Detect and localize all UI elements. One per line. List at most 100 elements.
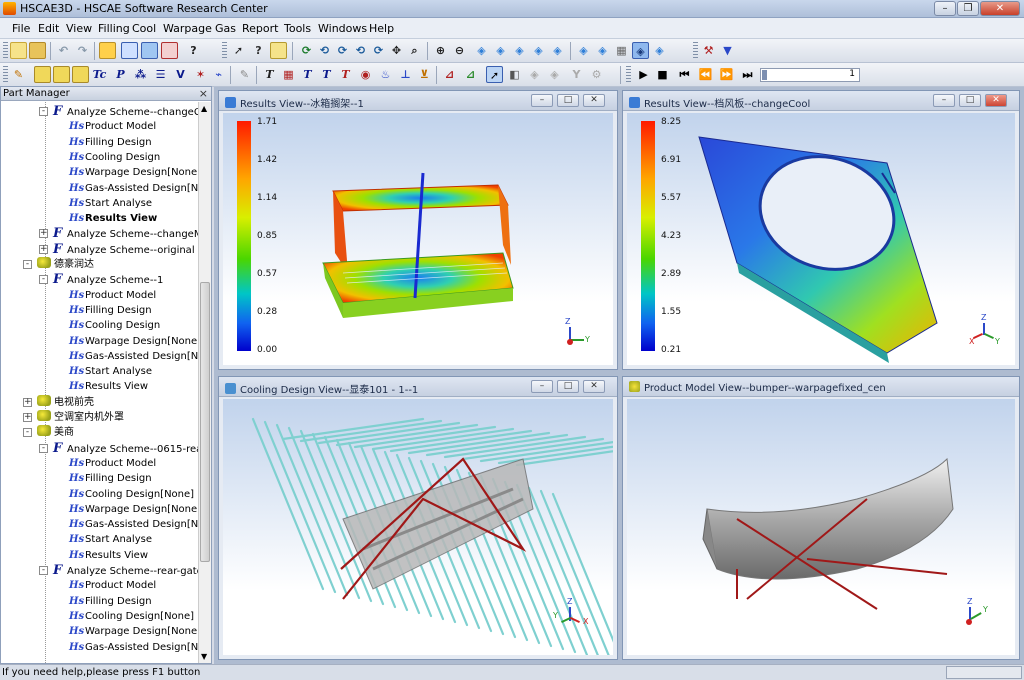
view-top-icon[interactable]: ◈	[549, 42, 566, 59]
toolbar-grip[interactable]	[626, 66, 631, 84]
redo-icon[interactable]: ↷	[74, 42, 91, 59]
slider-thumb[interactable]	[762, 70, 767, 80]
view-back-icon[interactable]: ◈	[492, 42, 509, 59]
collapse-icon[interactable]: -	[23, 428, 32, 438]
rotate-y-icon[interactable]: ⟳	[334, 42, 351, 59]
play-icon[interactable]: ▶	[635, 66, 652, 83]
pressure-icon[interactable]	[72, 66, 89, 83]
menu-tools[interactable]: Tools	[284, 22, 311, 35]
isometric-icon[interactable]: ◈	[594, 42, 611, 59]
collapse-icon[interactable]: -	[39, 443, 48, 453]
tc-result-icon[interactable]: T	[318, 66, 335, 83]
weld-line-icon[interactable]: ☰	[152, 66, 169, 83]
view-maximize-button[interactable]: □	[557, 380, 579, 393]
viewport-canvas[interactable]: 8.25 6.91 5.57 4.23 2.89 1.55 0.21 Z Y X	[627, 113, 1015, 365]
menu-report[interactable]: Report	[242, 22, 278, 35]
tree-item[interactable]: HsCooling Design[None]	[69, 609, 194, 624]
measure-icon[interactable]	[270, 42, 287, 59]
filling-time-icon[interactable]	[53, 66, 70, 83]
deflection-icon[interactable]: ⊿	[462, 66, 479, 83]
menu-view[interactable]: View	[66, 22, 92, 35]
warpage-display-icon[interactable]: ⊿	[441, 66, 458, 83]
last-frame-icon[interactable]: ⏭	[739, 66, 756, 83]
toolbar-grip[interactable]	[3, 42, 8, 60]
collapse-icon[interactable]: -	[23, 260, 32, 269]
collapse-icon[interactable]: -	[39, 275, 48, 285]
tree-item[interactable]: HsGas-Assisted Design[No	[69, 181, 199, 196]
view-window-icon[interactable]	[161, 42, 178, 59]
query-icon[interactable]: ?	[250, 42, 267, 59]
tree-item[interactable]: HsFilling Design	[69, 135, 152, 150]
new-file-icon[interactable]	[10, 42, 27, 59]
collapse-icon[interactable]: -	[39, 566, 48, 575]
ts-result-icon[interactable]: T	[299, 66, 316, 83]
probe-icon[interactable]: ◧	[506, 66, 523, 83]
frame-slider[interactable]: 1	[760, 68, 860, 82]
restore-button[interactable]: ❐	[957, 1, 979, 16]
tree-part[interactable]: 电视前壳	[37, 394, 94, 410]
temperature-result-icon[interactable]: Tc	[91, 66, 108, 83]
wireframe-icon[interactable]: ▦	[613, 42, 630, 59]
heat-flux-icon[interactable]: ♨	[377, 66, 394, 83]
prev-frame-icon[interactable]: ⏪	[697, 66, 714, 83]
toolbar-grip[interactable]	[222, 42, 227, 60]
view-right-icon[interactable]: ◈	[530, 42, 547, 59]
tree-item[interactable]: HsProduct Model	[69, 119, 156, 134]
collapse-icon[interactable]: -	[39, 107, 48, 116]
rotate-x-icon[interactable]: ⟲	[316, 42, 333, 59]
undo-icon[interactable]: ↶	[55, 42, 72, 59]
shaded-icon[interactable]: ◈	[632, 42, 649, 59]
cooling-time-icon[interactable]: ◉	[357, 66, 374, 83]
flow-result-icon[interactable]: ▼	[719, 42, 736, 59]
velocity-icon[interactable]: V	[172, 66, 189, 83]
next-frame-icon[interactable]: ⏩	[718, 66, 735, 83]
expand-icon[interactable]: +	[39, 229, 48, 239]
view-front-icon[interactable]: ◈	[473, 42, 490, 59]
tree-scheme[interactable]: F Analyze Scheme--0615-rear	[53, 441, 199, 456]
tree-item[interactable]: HsResults View	[69, 548, 148, 563]
tree-part[interactable]: 美商	[37, 425, 74, 440]
window-layout-icon[interactable]	[121, 42, 138, 59]
menu-file[interactable]: File	[12, 22, 30, 35]
tree-item[interactable]: HsWarpage Design[None]	[69, 334, 199, 349]
coolant-icon[interactable]: ⊻	[416, 66, 433, 83]
select-arrow-icon[interactable]: ➚	[230, 42, 247, 59]
close-button[interactable]: ✕	[980, 1, 1020, 16]
first-frame-icon[interactable]: ⏮	[676, 66, 693, 83]
menu-edit[interactable]: Edit	[38, 22, 59, 35]
pressure-result-icon[interactable]: P	[112, 66, 129, 83]
tree-scrollbar[interactable]: ▲ ▼	[198, 102, 211, 663]
filter-disabled-icon[interactable]: Y	[568, 66, 585, 83]
view-maximize-button[interactable]: □	[959, 94, 981, 107]
tree-item[interactable]: HsStart Analyse	[69, 196, 152, 211]
tree-item[interactable]: HsGas-Assisted Design[No	[69, 640, 199, 655]
filling-mesh-icon[interactable]	[34, 66, 51, 83]
zoom-out-icon[interactable]: ⊖	[451, 42, 468, 59]
pan-icon[interactable]: ✥	[388, 42, 405, 59]
viewport-canvas[interactable]: Z Y X	[223, 399, 613, 655]
scroll-down-icon[interactable]: ▼	[201, 652, 207, 661]
view-close-button[interactable]: ✕	[583, 380, 605, 393]
tree-scheme[interactable]: F Analyze Scheme--original	[53, 242, 195, 257]
shaded-edges-icon[interactable]: ◈	[651, 42, 668, 59]
tree-item[interactable]: HsCooling Design	[69, 150, 160, 165]
stop-icon[interactable]: ■	[654, 66, 671, 83]
air-trap-icon[interactable]: ✶	[192, 66, 209, 83]
rotate-icon[interactable]: ⟳	[298, 42, 315, 59]
expand-icon[interactable]: +	[23, 397, 32, 407]
tree-item[interactable]: HsCooling Design[None]	[69, 487, 194, 502]
close-panel-button[interactable]: ×	[199, 87, 208, 100]
options-disabled-icon[interactable]: ⚙	[588, 66, 605, 83]
tree-item[interactable]: HsGas-Assisted Design[No	[69, 349, 199, 364]
cooling-design-view[interactable]: Cooling Design View--显泰101 - 1--1 – □ ✕ …	[218, 376, 618, 660]
tree-item[interactable]: HsFilling Design	[69, 471, 152, 486]
menu-help[interactable]: Help	[369, 22, 394, 35]
toolbar-grip[interactable]	[693, 42, 698, 60]
menu-windows[interactable]: Windows	[318, 22, 367, 35]
select-cursor-icon[interactable]: ➚	[486, 66, 503, 83]
expand-icon[interactable]: +	[23, 413, 32, 422]
scroll-up-icon[interactable]: ▲	[201, 104, 207, 113]
view-minimize-button[interactable]: –	[531, 94, 553, 107]
view-bottom-icon[interactable]: ◈	[575, 42, 592, 59]
expand-icon[interactable]: +	[39, 244, 48, 254]
